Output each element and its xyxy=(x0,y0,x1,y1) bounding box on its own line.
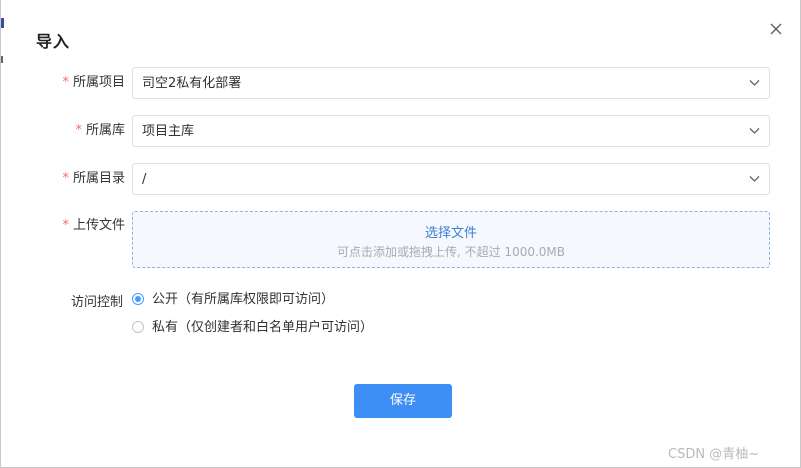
radio-public[interactable]: 公开（有所属库权限即可访问） xyxy=(132,291,334,309)
chevron-down-icon xyxy=(749,128,760,134)
library-label: * 所属库 xyxy=(75,123,125,138)
required-asterisk: * xyxy=(75,123,82,138)
close-icon[interactable] xyxy=(767,20,785,38)
radio-private[interactable]: 私有（仅创建者和白名单用户可访问） xyxy=(132,319,373,337)
project-label: * 所属项目 xyxy=(62,75,125,90)
library-select[interactable]: 项目主库 xyxy=(132,115,770,147)
radio-private-indicator[interactable] xyxy=(132,320,144,333)
library-label-wrap: * 所属库 xyxy=(1,114,125,148)
upload-label: * 上传文件 xyxy=(62,218,125,233)
required-asterisk: * xyxy=(62,75,69,90)
radio-private-label: 私有（仅创建者和白名单用户可访问） xyxy=(152,320,374,335)
radio-public-indicator[interactable] xyxy=(132,292,144,305)
select-file-link[interactable]: 选择文件 xyxy=(133,222,769,241)
directory-label-wrap: * 所属目录 xyxy=(1,162,125,196)
required-asterisk: * xyxy=(62,171,69,186)
project-label-wrap: * 所属项目 xyxy=(1,66,125,100)
dialog-title: 导入 xyxy=(36,32,71,51)
background-edge-mark-2 xyxy=(1,56,3,63)
import-dialog: 导入 * 所属项目 司空2私有化部署 * 所属库 项目主库 * 所属目录 / *… xyxy=(0,0,801,468)
access-control-label: 访问控制 xyxy=(71,295,124,310)
required-asterisk: * xyxy=(62,218,69,233)
radio-public-label: 公开（有所属库权限即可访问） xyxy=(152,292,335,307)
save-button[interactable]: 保存 xyxy=(354,384,452,418)
upload-dropzone[interactable]: 选择文件 可点击添加或拖拽上传, 不超过 1000.0MB xyxy=(132,211,770,268)
directory-select[interactable]: / xyxy=(132,163,770,195)
library-select-value: 项目主库 xyxy=(142,124,195,139)
chevron-down-icon xyxy=(749,176,760,182)
upload-label-wrap: * 上传文件 xyxy=(1,209,125,243)
project-select[interactable]: 司空2私有化部署 xyxy=(132,67,770,99)
watermark: CSDN @青柚~ xyxy=(668,447,760,462)
chevron-down-icon xyxy=(749,80,760,86)
directory-label: * 所属目录 xyxy=(62,171,125,186)
project-select-value: 司空2私有化部署 xyxy=(142,76,242,91)
directory-select-value: / xyxy=(142,172,147,187)
background-edge-mark xyxy=(1,18,4,28)
upload-hint: 可点击添加或拖拽上传, 不超过 1000.0MB xyxy=(336,245,566,259)
